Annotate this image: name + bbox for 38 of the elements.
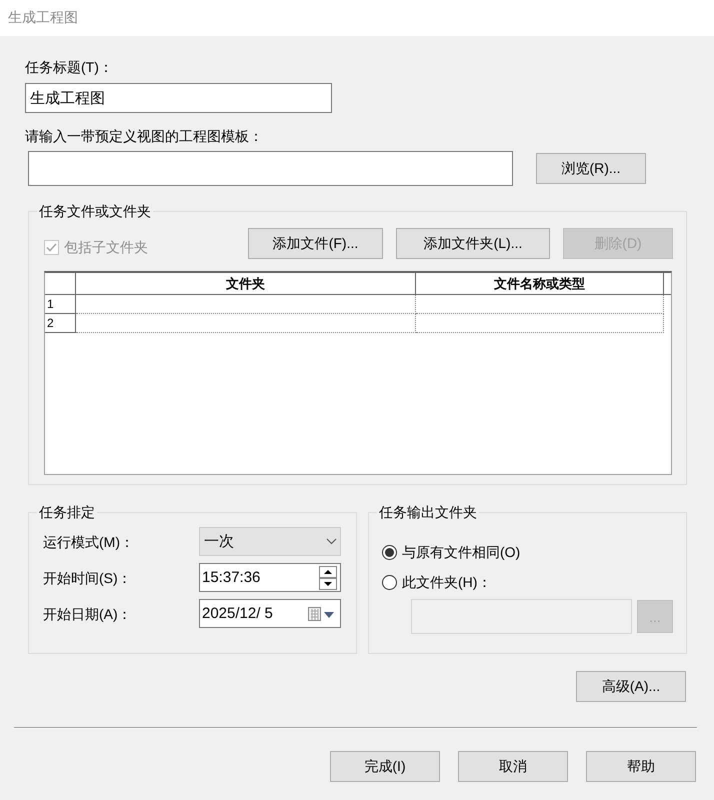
folder-path-input[interactable] xyxy=(411,599,632,634)
radio-label: 与原有文件相同(O) xyxy=(402,543,520,561)
field-value: 一次 xyxy=(204,532,234,551)
file-action-button[interactable]: 添加文件夹(L)... xyxy=(396,228,550,259)
file-action-button[interactable]: 添加文件(F)... xyxy=(248,228,383,259)
include-subfolders-label: 包括子文件夹 xyxy=(64,238,148,256)
dialog-button[interactable]: 帮助 xyxy=(586,751,696,782)
template-label: 请输入一带预定义视图的工程图模板： xyxy=(25,127,264,145)
radio-label: 此文件夹(H)： xyxy=(402,573,492,591)
template-input[interactable] xyxy=(28,151,513,186)
advanced-button[interactable]: 高级(A)... xyxy=(576,671,686,702)
window-title: 生成工程图 xyxy=(8,9,78,27)
group-title: 任务排定 xyxy=(37,503,97,521)
browse-button[interactable]: 浏览(R)... xyxy=(536,153,646,184)
field-label: 开始日期(A)： xyxy=(43,604,132,622)
field-value: 15:37:36 xyxy=(202,569,260,586)
field-value: 2025/12/ 5 xyxy=(202,605,273,622)
field-label: 运行模式(M)： xyxy=(43,532,134,550)
chevron-down-icon xyxy=(326,538,337,545)
time-field[interactable]: 15:37:36 xyxy=(199,563,341,592)
dialog-button[interactable]: 取消 xyxy=(458,751,568,782)
check-icon xyxy=(46,243,57,252)
field-label: 开始时间(S)： xyxy=(43,568,132,586)
task-title-input[interactable]: 生成工程图 xyxy=(25,83,332,113)
group-title: 任务文件或文件夹 xyxy=(37,202,153,220)
dialog-button[interactable]: 完成(I) xyxy=(330,751,440,782)
date-field[interactable]: 2025/12/ 5 xyxy=(199,599,341,628)
radio-button[interactable] xyxy=(382,544,397,560)
row-number: 1 xyxy=(45,295,76,314)
group-title: 任务输出文件夹 xyxy=(377,503,479,521)
column-header[interactable]: 文件名称或类型 xyxy=(416,273,664,294)
task-title-label: 任务标题(T)： xyxy=(25,58,114,76)
calendar-dropdown-icon[interactable] xyxy=(307,606,337,622)
radio-button[interactable] xyxy=(382,574,397,590)
column-header[interactable]: 文件夹 xyxy=(76,273,416,294)
row-number: 2 xyxy=(45,314,76,333)
run-mode-dropdown[interactable]: 一次 xyxy=(199,527,341,556)
spinner-icon[interactable] xyxy=(319,566,337,590)
